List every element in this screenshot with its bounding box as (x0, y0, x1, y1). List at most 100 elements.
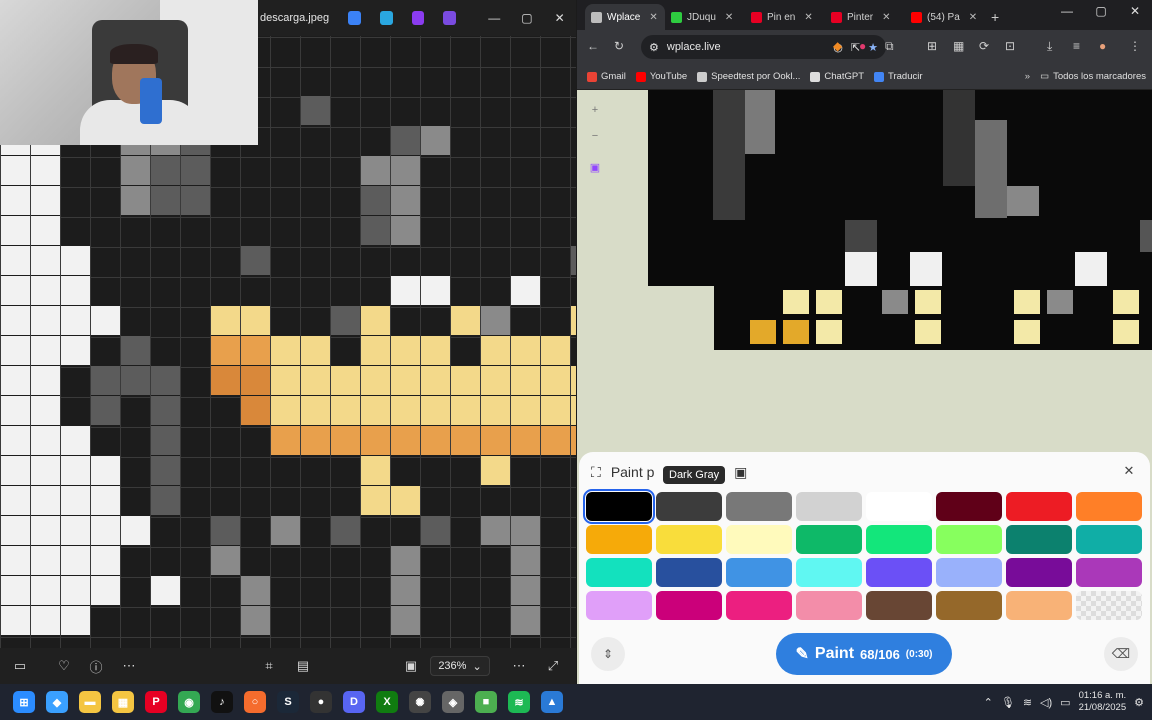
vpn-icon[interactable]: ◈ (442, 691, 464, 713)
bookmark-item[interactable]: YouTube (635, 71, 687, 82)
clipchamp-icon[interactable] (443, 11, 456, 25)
color-swatch[interactable] (796, 558, 862, 587)
mic-icon[interactable]: 🎙︎ (1001, 696, 1015, 709)
expand-button[interactable]: ⇕ (591, 637, 625, 671)
back-icon[interactable]: ← (587, 39, 599, 53)
eraser-button[interactable]: ⌫ (1104, 637, 1138, 671)
browser-tab[interactable]: Pinter ✕ (825, 4, 905, 30)
twitch-icon[interactable]: ▣ (587, 160, 603, 176)
image-icon[interactable]: ▣ (734, 464, 747, 481)
site-info-icon[interactable]: ⚙ (649, 41, 659, 54)
close-icon[interactable]: ✕ (1118, 4, 1152, 18)
photos-icon[interactable]: ▲ (541, 691, 563, 713)
color-swatch[interactable] (1076, 492, 1142, 521)
color-swatch[interactable] (866, 525, 932, 554)
more-icon-2[interactable]: ⋯ (508, 658, 530, 674)
color-swatch[interactable] (656, 525, 722, 554)
xbox-icon[interactable]: X (376, 691, 398, 713)
bookmark-item[interactable]: Traducir (874, 71, 923, 82)
more-icon[interactable]: ⋯ (118, 658, 140, 674)
fit-icon[interactable]: ▣ (400, 658, 422, 674)
browser-tab[interactable]: JDuqu ✕ (665, 4, 745, 30)
new-tab-button[interactable]: + (991, 9, 999, 25)
bookmarks-folder[interactable]: ▭ Todos los marcadores (1040, 71, 1146, 82)
store-icon[interactable]: ▦ (112, 691, 134, 713)
color-swatch[interactable] (726, 591, 792, 620)
color-swatch[interactable] (796, 591, 862, 620)
color-swatch[interactable] (866, 558, 932, 587)
file-explorer-icon[interactable]: ▬ (79, 691, 101, 713)
browser-tab[interactable]: Pin en ✕ (745, 4, 825, 30)
color-swatch[interactable] (586, 591, 652, 620)
clock[interactable]: 01:16 a. m. 21/08/2025 (1079, 690, 1127, 714)
color-swatch[interactable] (583, 489, 655, 524)
close-icon[interactable]: ✕ (1120, 463, 1138, 481)
adjust-icon[interactable]: ▤ (292, 658, 314, 674)
color-swatch[interactable] (936, 525, 1002, 554)
translate-icon[interactable]: ⊞ (927, 39, 937, 53)
info-icon[interactable]: ⓘ (85, 657, 107, 676)
zoom-in-icon[interactable]: + (587, 102, 603, 118)
close-icon[interactable]: ✕ (543, 11, 576, 25)
copilot-icon[interactable]: ◆ (46, 691, 68, 713)
bookmark-item[interactable]: ChatGPT (810, 71, 864, 82)
wifi-icon[interactable]: ≋ (1023, 696, 1032, 709)
maximize-icon[interactable]: ▢ (1084, 4, 1118, 18)
color-swatch[interactable] (796, 492, 862, 521)
steam-icon[interactable]: S (277, 691, 299, 713)
wplace-map[interactable]: + − ▣ ⛶ Paint p ✎ ▣ Dark Gray ✕ ⇕ ✎ Pain… (577, 90, 1152, 684)
color-swatch[interactable] (656, 591, 722, 620)
minimize-icon[interactable]: — (478, 11, 511, 25)
fullscreen-icon[interactable]: ⛶ (591, 464, 601, 481)
heart-icon[interactable]: ♡ (53, 658, 75, 674)
origin-icon[interactable]: ○ (244, 691, 266, 713)
chevron-up-icon[interactable]: ⌃ (984, 696, 993, 709)
apps-icon[interactable]: ▦ (953, 39, 964, 53)
reload-icon[interactable]: ↻ (614, 39, 624, 53)
chrome-icon[interactable]: ◉ (178, 691, 200, 713)
bookmark-item[interactable]: Gmail (587, 71, 626, 82)
download-icon[interactable]: ⤓ (1047, 39, 1052, 54)
profile-avatar[interactable]: ● (1099, 39, 1106, 53)
color-swatch[interactable] (656, 492, 722, 521)
tiktok-icon[interactable]: ♪ (211, 691, 233, 713)
windows-start-icon[interactable]: ⊞ (13, 691, 35, 713)
color-swatch[interactable] (1076, 558, 1142, 587)
paint-button[interactable]: ✎ Paint 68/106 (0:30) (776, 633, 952, 675)
color-swatch[interactable] (1006, 492, 1072, 521)
media-icon[interactable]: ≡ (1073, 39, 1080, 53)
close-tab-icon[interactable]: ✕ (882, 12, 890, 23)
color-swatch[interactable] (866, 591, 932, 620)
pinterest-icon[interactable]: P (145, 691, 167, 713)
notification-icon[interactable]: ⚙ (1134, 696, 1144, 709)
designer-icon[interactable] (411, 11, 425, 25)
color-swatch[interactable] (936, 591, 1002, 620)
color-swatch[interactable] (936, 558, 1002, 587)
extension-fox-icon[interactable]: ◆ (833, 39, 842, 53)
menu-icon[interactable]: ⋮ (1129, 39, 1141, 53)
color-swatch[interactable] (1006, 558, 1072, 587)
bookmark-star-icon[interactable]: ★ (868, 41, 878, 54)
zoom-select[interactable]: 236% ⌄ (430, 656, 490, 676)
browser-tab[interactable]: Wplace ✕ (585, 4, 665, 30)
color-swatch[interactable] (936, 492, 1002, 521)
extensions-icon[interactable]: ⧉ (885, 39, 894, 54)
close-tab-icon[interactable]: ✕ (969, 12, 977, 23)
color-swatch[interactable] (866, 492, 932, 521)
color-swatch[interactable] (586, 558, 652, 587)
minimize-icon[interactable]: — (1050, 4, 1084, 18)
color-swatch[interactable] (726, 492, 792, 521)
maximize-icon[interactable]: ▢ (511, 11, 544, 25)
sync-icon[interactable]: ⟳ (979, 39, 989, 53)
browser-tab[interactable]: (54) Pa ✕ (905, 4, 985, 30)
chevron-right-double-icon[interactable]: » (1025, 71, 1030, 82)
chatgpt-icon[interactable]: ✺ (409, 691, 431, 713)
close-tab-icon[interactable]: ✕ (649, 12, 657, 23)
color-swatch[interactable] (726, 558, 792, 587)
film-icon[interactable]: ▭ (9, 658, 31, 674)
fullscreen-icon[interactable]: ⤢ (542, 658, 564, 674)
bookmark-item[interactable]: Speedtest por Ookl... (697, 71, 800, 82)
color-swatch[interactable] (796, 525, 862, 554)
color-swatch[interactable] (1076, 525, 1142, 554)
color-swatch[interactable] (1076, 591, 1142, 620)
